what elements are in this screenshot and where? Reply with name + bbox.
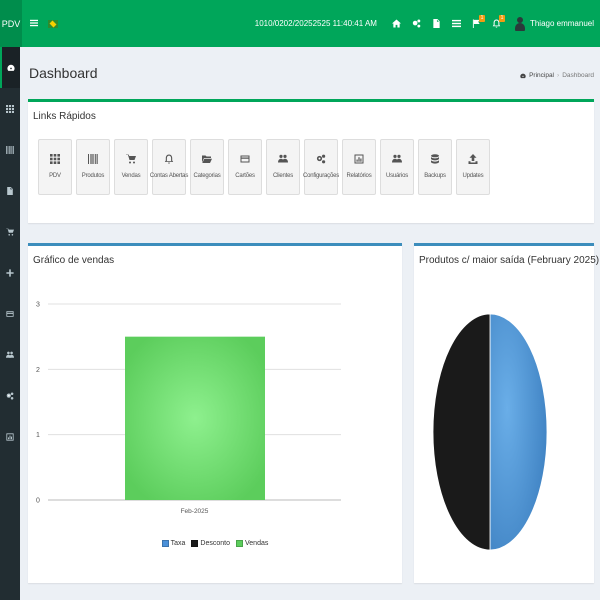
barcode-icon bbox=[6, 146, 14, 154]
flag-notifications-button[interactable]: 1 bbox=[467, 14, 487, 34]
user-avatar[interactable] bbox=[514, 16, 525, 31]
navbar-right: 1010/0202/20252525 11:40:41 AM 1 1 Thiag… bbox=[255, 0, 600, 47]
home-icon bbox=[392, 19, 401, 28]
list-icon bbox=[452, 19, 461, 28]
quick-link-produtos[interactable]: Produtos bbox=[76, 139, 110, 195]
quick-link-categorias[interactable]: Categorias bbox=[190, 139, 224, 195]
top-navbar: PDV 1010/0202/20252525 11:40:41 AM 1 1 T… bbox=[0, 0, 600, 47]
quick-link-clientes[interactable]: Clientes bbox=[266, 139, 300, 195]
quick-link-backups[interactable]: Backups bbox=[418, 139, 452, 195]
quick-links-row: PDV Produtos Vendas Contas Abertas Categ… bbox=[38, 139, 494, 195]
file-icon bbox=[6, 187, 14, 195]
pie-slice bbox=[489, 313, 548, 551]
sidebar-item-clientes[interactable] bbox=[0, 334, 20, 375]
cogs-icon bbox=[316, 154, 326, 164]
brand-logo[interactable]: PDV bbox=[0, 0, 22, 47]
quick-link-contas-abertas[interactable]: Contas Abertas bbox=[150, 139, 188, 195]
barcode-icon bbox=[88, 154, 98, 164]
breadcrumb: Principal › Dashboard bbox=[520, 72, 594, 79]
quick-links-box: Links Rápidos PDV Produtos Vendas Contas… bbox=[28, 99, 594, 223]
menu-icon bbox=[30, 19, 38, 27]
y-tick-label: 1 bbox=[36, 432, 40, 439]
quick-links-title: Links Rápidos bbox=[33, 111, 96, 122]
sidebar-item-documentos[interactable] bbox=[0, 170, 20, 211]
y-tick-label: 0 bbox=[36, 498, 40, 505]
pie-slice bbox=[432, 313, 491, 551]
notifications-button[interactable]: 1 bbox=[487, 14, 507, 34]
content-header: Dashboard Principal › Dashboard bbox=[20, 47, 600, 99]
legend-item-vendas[interactable]: Vendas bbox=[236, 540, 268, 547]
quick-link-relatorios[interactable]: Relatórios bbox=[342, 139, 376, 195]
products-pie-chart bbox=[432, 313, 548, 551]
user-name[interactable]: Thiago emmanuel bbox=[530, 19, 594, 28]
legend-swatch bbox=[191, 540, 199, 547]
home-button[interactable] bbox=[387, 14, 407, 34]
sidebar-item-adicionar[interactable] bbox=[0, 252, 20, 293]
page-title: Dashboard bbox=[29, 65, 98, 81]
brazil-flag-icon[interactable] bbox=[48, 19, 58, 28]
x-tick-label: Feb-2025 bbox=[181, 508, 209, 515]
sidebar-item-relatorios[interactable] bbox=[0, 416, 20, 457]
sales-chart-legend: Taxa Desconto Vendas bbox=[28, 540, 402, 547]
datetime-display: 1010/0202/20252525 11:40:41 AM bbox=[254, 19, 377, 28]
sidebar bbox=[0, 47, 20, 600]
dashboard-icon bbox=[520, 73, 526, 79]
bar-vendas bbox=[125, 336, 265, 500]
quick-link-pdv[interactable]: PDV bbox=[38, 139, 72, 195]
chart-icon bbox=[354, 154, 364, 164]
sidebar-item-cartoes[interactable] bbox=[0, 293, 20, 334]
folder-open-icon bbox=[202, 154, 212, 164]
card-icon bbox=[240, 154, 250, 164]
sidebar-toggle-button[interactable] bbox=[28, 18, 40, 30]
card-icon bbox=[6, 310, 14, 318]
legend-swatch bbox=[161, 540, 169, 547]
sidebar-item-vendas[interactable] bbox=[0, 211, 20, 252]
users-icon bbox=[392, 154, 402, 164]
cart-icon bbox=[6, 228, 14, 236]
grid-icon bbox=[50, 154, 60, 164]
settings-button[interactable] bbox=[407, 14, 427, 34]
quick-link-vendas[interactable]: Vendas bbox=[114, 139, 148, 195]
grid-icon bbox=[6, 105, 14, 113]
legend-item-desconto[interactable]: Desconto bbox=[191, 540, 230, 547]
sales-chart-box: Gráfico de vendas 0 1 2 3 Feb-2025 Taxa Desc… bbox=[28, 243, 402, 583]
sidebar-item-pdv[interactable] bbox=[0, 88, 20, 129]
quick-link-cartoes[interactable]: Cartões bbox=[228, 139, 262, 195]
database-icon bbox=[430, 154, 440, 164]
breadcrumb-current: Dashboard bbox=[562, 72, 594, 79]
dashboard-icon bbox=[7, 64, 15, 72]
chart-icon bbox=[6, 433, 14, 441]
users-icon bbox=[6, 351, 14, 359]
sidebar-item-dashboard[interactable] bbox=[0, 47, 20, 88]
upload-icon bbox=[468, 154, 478, 164]
file-icon bbox=[432, 19, 441, 28]
quick-link-updates[interactable]: Updates bbox=[456, 139, 490, 195]
cogs-icon bbox=[412, 19, 421, 28]
legend-item-taxa[interactable]: Taxa bbox=[161, 540, 185, 547]
y-tick-label: 2 bbox=[36, 367, 40, 374]
quick-link-usuarios[interactable]: Usuários bbox=[380, 139, 414, 195]
list-button[interactable] bbox=[447, 14, 467, 34]
messages-badge: 1 bbox=[478, 14, 485, 22]
documents-button[interactable] bbox=[427, 14, 447, 34]
cart-icon bbox=[126, 154, 136, 164]
bell-icon bbox=[164, 154, 174, 164]
sales-bar-chart: 0 1 2 3 Feb-2025 bbox=[36, 302, 341, 515]
breadcrumb-separator: › bbox=[557, 72, 560, 79]
sidebar-item-configuracoes[interactable] bbox=[0, 375, 20, 416]
legend-swatch bbox=[236, 540, 243, 547]
users-icon bbox=[278, 154, 288, 164]
y-tick-label: 3 bbox=[36, 302, 40, 309]
breadcrumb-home-link[interactable]: Principal bbox=[529, 72, 554, 79]
plus-icon bbox=[6, 269, 14, 277]
cogs-icon bbox=[6, 392, 14, 400]
notifications-badge: 1 bbox=[498, 14, 505, 22]
quick-link-configuracoes[interactable]: Configurações bbox=[303, 139, 339, 195]
sidebar-item-produtos[interactable] bbox=[0, 129, 20, 170]
products-chart-box: Produtos c/ maior saída (February 2025) bbox=[414, 243, 599, 583]
